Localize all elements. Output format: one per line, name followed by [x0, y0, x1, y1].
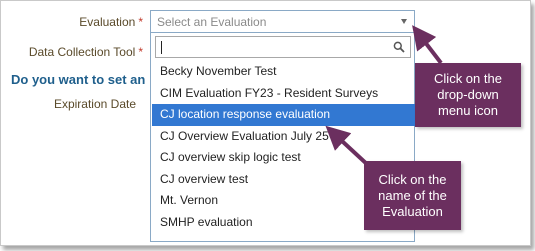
- evaluation-label: Evaluation *: [79, 15, 143, 29]
- data-collection-tool-label: Data Collection Tool *: [28, 45, 143, 59]
- callout-evaluation-name: Click on the name of the Evaluation: [364, 161, 461, 230]
- evaluation-option[interactable]: CJ location response evaluation: [152, 104, 415, 126]
- evaluation-option[interactable]: CIM Evaluation FY23 - Resident Surveys: [152, 83, 415, 105]
- evaluation-select[interactable]: Select an Evaluation: [150, 10, 415, 33]
- select-placeholder: Select an Evaluation: [157, 15, 267, 29]
- required-mark: *: [138, 45, 143, 59]
- dropdown-arrow-icon[interactable]: [401, 19, 407, 24]
- evaluation-option[interactable]: Becky November Test: [152, 61, 415, 83]
- evaluation-option[interactable]: CJ Overview Evaluation July 25: [152, 126, 415, 148]
- expiration-question: Do you want to set an: [11, 72, 146, 87]
- search-icon: [393, 41, 405, 53]
- required-mark: *: [138, 15, 143, 29]
- callout-dropdown-icon: Click on the drop-down menu icon: [415, 63, 521, 127]
- expiration-date-label: Expiration Date: [53, 97, 136, 111]
- screenshot-frame: Evaluation * Data Collection Tool * Do you…: [0, 0, 531, 246]
- arrow-to-dropdown-icon: [412, 25, 443, 65]
- evaluation-search-input[interactable]: [155, 36, 411, 58]
- text-cursor: [161, 41, 162, 54]
